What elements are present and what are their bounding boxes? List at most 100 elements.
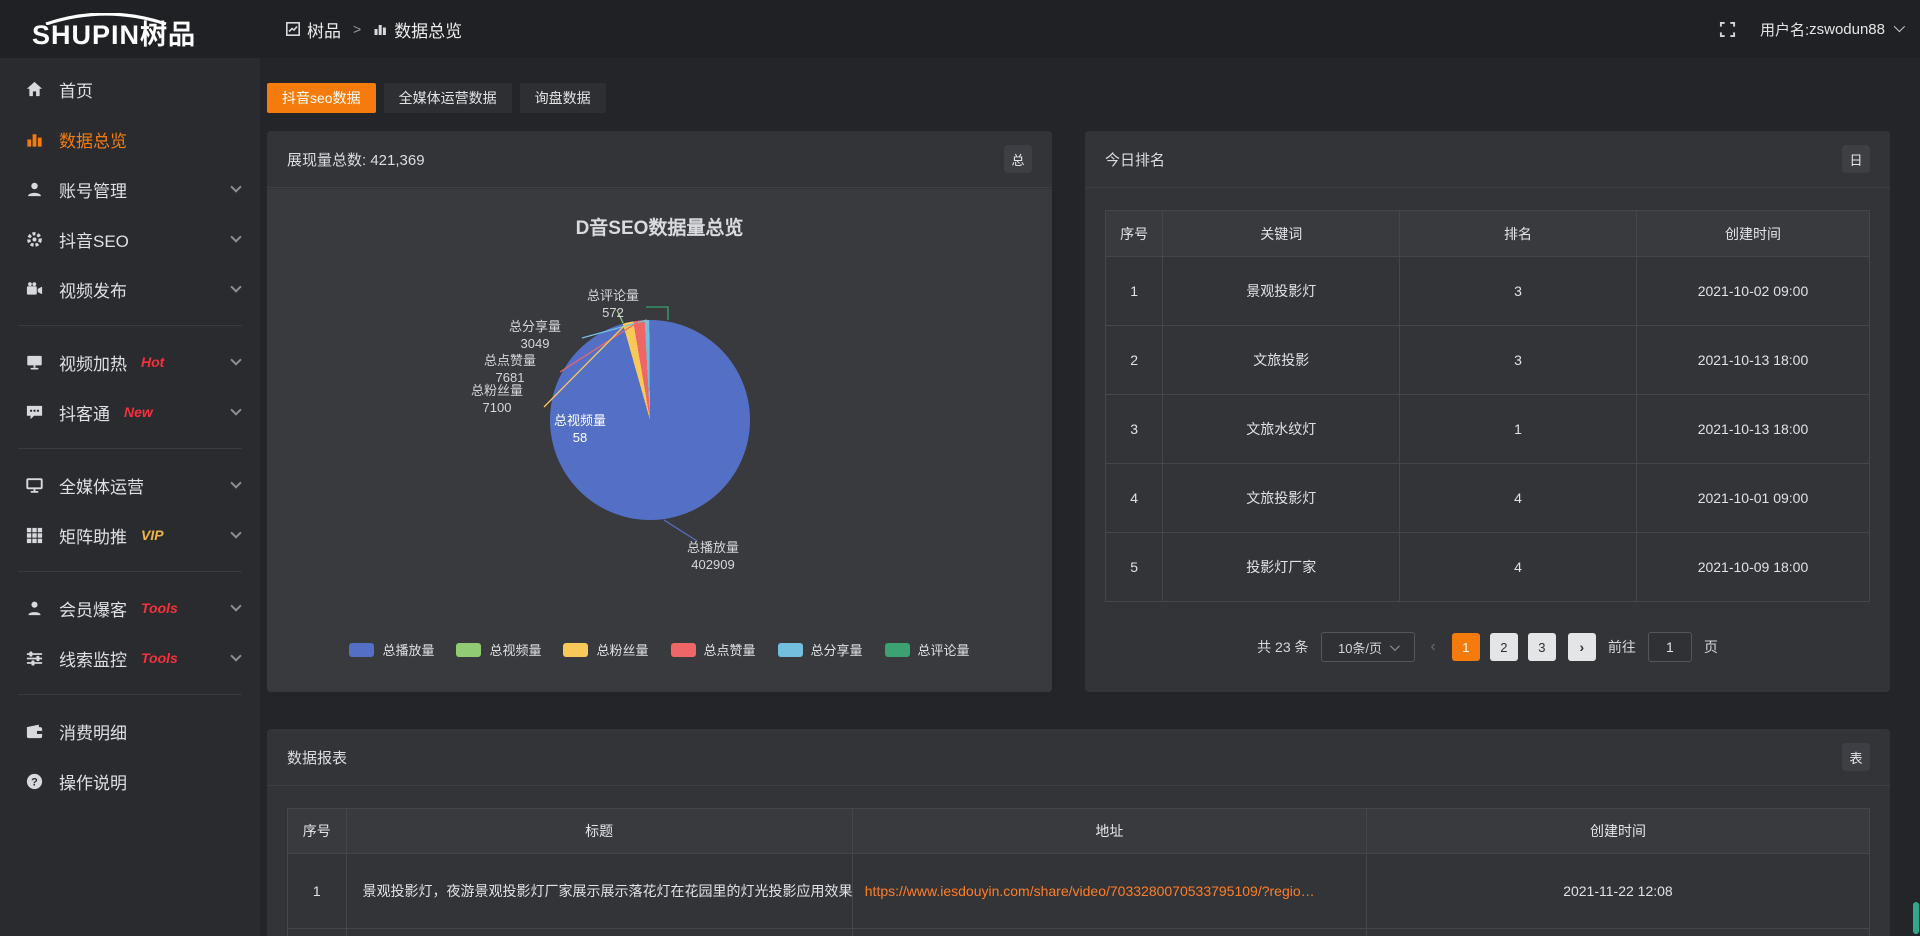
pie-leader-lines	[267, 189, 1052, 692]
data-report-panel: 数据报表 表 序号标题地址创建时间 1景观投影灯，夜游景观投影灯厂家展示展示落花…	[267, 729, 1890, 936]
sidebar-item-label: 账号管理	[59, 177, 127, 202]
sidebar-item[interactable]: 账号管理	[0, 164, 260, 214]
page-button[interactable]: 3	[1528, 633, 1556, 661]
page-button[interactable]: 2	[1490, 633, 1518, 661]
pagination: 共 23 条 10条/页 ‹ 123 › 前往 页	[1085, 632, 1890, 662]
legend-label: 总点赞量	[704, 640, 756, 659]
sliders-icon	[24, 648, 44, 668]
chevron-down-icon	[230, 527, 241, 538]
sidebar-item[interactable]: 抖客通New	[0, 387, 260, 437]
legend-item[interactable]: 总点赞量	[671, 640, 756, 659]
sidebar-item-label: 全媒体运营	[59, 473, 144, 498]
username: zswodun88	[1809, 21, 1885, 38]
sidebar-item[interactable]: 数据总览	[0, 114, 260, 164]
impressions-total: 展现量总数: 421,369	[287, 149, 425, 170]
legend-item[interactable]: 总播放量	[349, 640, 434, 659]
legend-swatch	[778, 643, 803, 657]
legend-item[interactable]: 总评论量	[885, 640, 970, 659]
jump-unit: 页	[1704, 637, 1718, 657]
sidebar-item-badge: New	[124, 404, 153, 420]
page-size-select[interactable]: 10条/页	[1321, 632, 1415, 662]
table-cell: 文旅水纹灯	[1163, 395, 1400, 464]
video-title: 景观投影灯，夜游景观投影灯厂家展示展示落花灯在花园里的灯光投影应用效果 #	[346, 854, 852, 929]
table-badge-button[interactable]: 表	[1842, 743, 1870, 771]
chevron-down-icon	[1390, 641, 1400, 651]
table-cell: 投影灯厂家	[1163, 533, 1400, 602]
page-button[interactable]: 1	[1452, 633, 1480, 661]
tab[interactable]: 全媒体运营数据	[384, 83, 512, 113]
sidebar-item[interactable]: 视频发布	[0, 264, 260, 314]
total-badge-button[interactable]: 总	[1004, 145, 1032, 173]
table-cell: 2021-10-09 18:00	[1636, 533, 1869, 602]
logo: SHUPIN树品	[0, 7, 260, 52]
pie-label-likes: 总点赞量 7681	[455, 352, 565, 386]
bar-chart-icon	[24, 129, 44, 149]
today-rank-panel-header: 今日排名 日	[1085, 131, 1890, 188]
seo-overview-panel: 展现量总数: 421,369 总 D音SEO数据量总览 总评论量	[267, 131, 1052, 692]
sidebar-divider	[18, 571, 242, 572]
sidebar-item[interactable]: 消费明细	[0, 706, 260, 756]
sidebar-item[interactable]: 会员爆客Tools	[0, 583, 260, 633]
table-cell: 1	[1400, 395, 1637, 464]
pie-label-name: 总评论量	[558, 287, 668, 304]
page-size-value: 10条/页	[1338, 638, 1382, 657]
main-content: 抖音seo数据全媒体运营数据询盘数据 展现量总数: 421,369 总 D音SE…	[260, 58, 1920, 936]
grid-icon	[24, 525, 44, 545]
sidebar-item-label: 抖音SEO	[59, 227, 129, 252]
table-cell: 文旅投影灯	[1163, 464, 1400, 533]
table-cell: 3	[1400, 326, 1637, 395]
pie-label-value: 58	[525, 429, 635, 446]
sidebar-item-label: 消费明细	[59, 719, 127, 744]
sidebar-item-label: 操作说明	[59, 769, 127, 794]
scrollbar-thumb[interactable]	[1913, 902, 1919, 934]
sidebar-item[interactable]: ? 操作说明	[0, 756, 260, 806]
table-cell	[288, 929, 347, 936]
column-header: 关键词	[1163, 211, 1400, 257]
legend-item[interactable]: 总视频量	[456, 640, 541, 659]
fullscreen-icon[interactable]	[1719, 21, 1736, 38]
sidebar-item[interactable]: 矩阵助推VIP	[0, 510, 260, 560]
table-cell: 3	[1106, 395, 1163, 464]
page-jump-input[interactable]	[1648, 632, 1692, 662]
prev-page-button[interactable]: ‹	[1427, 638, 1440, 656]
column-header: 地址	[852, 809, 1366, 854]
row-index: 1	[288, 854, 347, 929]
legend-label: 总评论量	[918, 640, 970, 659]
chevron-down-icon	[230, 650, 241, 661]
next-page-button[interactable]: ›	[1568, 633, 1596, 661]
table-cell: 4	[1400, 464, 1637, 533]
gear-icon	[24, 229, 44, 249]
chevron-down-icon	[230, 354, 241, 365]
table-cell: 1	[1106, 257, 1163, 326]
tab[interactable]: 询盘数据	[520, 83, 606, 113]
legend-item[interactable]: 总粉丝量	[563, 640, 648, 659]
day-badge-button[interactable]: 日	[1842, 145, 1870, 173]
table-cell: 5	[1106, 533, 1163, 602]
legend-label: 总播放量	[382, 640, 434, 659]
username-label: 用户名:	[1760, 19, 1809, 40]
rank-panel-title: 今日排名	[1105, 149, 1165, 170]
screen-icon	[24, 475, 44, 495]
legend-swatch	[885, 643, 910, 657]
user-menu[interactable]: 用户名: zswodun88	[1760, 19, 1902, 40]
table-row: 4文旅投影灯42021-10-01 09:00	[1106, 464, 1870, 533]
legend-item[interactable]: 总分享量	[778, 640, 863, 659]
rank-table: 序号关键词排名创建时间 1景观投影灯32021-10-02 09:002文旅投影…	[1105, 210, 1870, 602]
video-url-link[interactable]: https://www.iesdouyin.com/share/video/70…	[853, 883, 1366, 899]
sidebar-item[interactable]: 抖音SEO	[0, 214, 260, 264]
sidebar-item[interactable]: 线索监控Tools	[0, 633, 260, 683]
sidebar-item[interactable]: 全媒体运营	[0, 460, 260, 510]
pie-chart: D音SEO数据量总览 总评论量 572 总分享量 3049	[267, 189, 1052, 692]
table-cell: 2021-10-02 09:00	[1636, 257, 1869, 326]
sidebar-item[interactable]: 首页	[0, 64, 260, 114]
question-icon: ?	[24, 771, 44, 791]
tab[interactable]: 抖音seo数据	[267, 83, 376, 113]
sidebar-item[interactable]: 视频加热Hot	[0, 337, 260, 387]
chevron-down-icon	[230, 404, 241, 415]
logo-arc-icon	[42, 13, 170, 25]
person-icon	[24, 598, 44, 618]
pie-label-shares: 总分享量 3049	[480, 318, 590, 352]
breadcrumb-item-home[interactable]: 树品	[307, 17, 341, 42]
table-cell: 文旅投影	[1163, 326, 1400, 395]
table-cell: 景观投影灯	[1163, 257, 1400, 326]
